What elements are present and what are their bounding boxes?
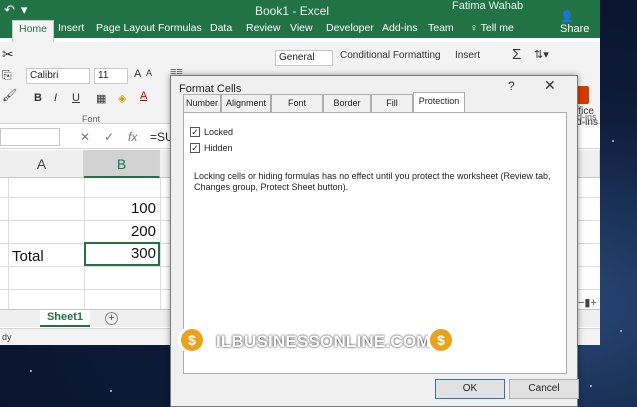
- font-color-icon[interactable]: A: [140, 90, 147, 102]
- star-decoration: [30, 370, 32, 372]
- column-header-a[interactable]: A: [0, 150, 84, 178]
- tab-view[interactable]: View: [290, 22, 313, 34]
- increase-font-icon[interactable]: A: [134, 68, 141, 80]
- font-name-box[interactable]: Calibri: [26, 68, 90, 84]
- font-size-box[interactable]: 11: [94, 68, 128, 84]
- underline-button[interactable]: U: [72, 92, 80, 104]
- locked-checkbox[interactable]: ✓: [190, 127, 200, 137]
- share-label: Share: [560, 23, 590, 35]
- cancel-button[interactable]: Cancel: [509, 379, 579, 399]
- zoom-slider[interactable]: −▮+: [578, 296, 597, 309]
- bold-button[interactable]: B: [34, 92, 42, 104]
- tab-insert[interactable]: Insert: [58, 22, 84, 34]
- enter-icon[interactable]: ✓: [104, 130, 114, 144]
- close-icon[interactable]: ✕: [544, 77, 556, 94]
- user-name: Fatima Wahab: [452, 0, 524, 12]
- hidden-checkbox[interactable]: ✓: [190, 143, 200, 153]
- star-decoration: [110, 390, 112, 392]
- cell-b3[interactable]: 200: [84, 223, 156, 240]
- tab-border[interactable]: Border: [323, 94, 371, 112]
- format-painter-icon[interactable]: 🖌: [2, 88, 17, 102]
- tell-me-search[interactable]: ♀ Tell me: [470, 22, 514, 34]
- tab-developer[interactable]: Developer: [326, 22, 374, 34]
- column-divider: [8, 178, 9, 313]
- cell-a4[interactable]: Total: [12, 248, 44, 265]
- sheet-tab-sheet1[interactable]: Sheet1: [40, 310, 90, 327]
- status-ready: dy: [2, 332, 12, 342]
- hidden-label: Hidden: [204, 143, 233, 153]
- add-sheet-icon[interactable]: +: [105, 312, 118, 325]
- tab-protection[interactable]: Protection: [413, 92, 465, 112]
- protection-note: Locking cells or hiding formulas has no …: [194, 171, 551, 192]
- copy-icon[interactable]: ⎘: [2, 68, 12, 83]
- coin-icon: $: [178, 326, 206, 354]
- lightbulb-icon: ♀: [470, 22, 481, 34]
- share-button[interactable]: 👤 Share: [560, 10, 600, 35]
- fill-color-icon[interactable]: ◈: [118, 92, 126, 105]
- column-divider: [160, 178, 161, 313]
- star-decoration: [620, 330, 622, 332]
- tab-number[interactable]: Number: [183, 94, 221, 112]
- fx-icon[interactable]: fx: [128, 130, 137, 144]
- tab-page-layout[interactable]: Page Layout: [96, 22, 155, 34]
- column-header-b[interactable]: B: [84, 150, 160, 178]
- desktop-background: ↶▾ Book1 - Excel Fatima Wahab Home Inser…: [0, 0, 637, 407]
- sort-filter-icon[interactable]: ⇅▾: [534, 48, 549, 61]
- number-format-box[interactable]: General: [275, 50, 333, 66]
- watermark-logo: $ ILBUSINESSONLINE.COM $: [178, 324, 456, 360]
- insert-cells-button[interactable]: Insert: [455, 50, 480, 61]
- star-decoration: [612, 140, 614, 142]
- watermark-text: ILBUSINESSONLINE.COM: [216, 332, 431, 351]
- star-decoration: [590, 385, 592, 387]
- cancel-icon[interactable]: ✕: [80, 130, 90, 144]
- tab-review[interactable]: Review: [246, 22, 280, 34]
- borders-icon[interactable]: ▦: [96, 92, 106, 105]
- tab-alignment[interactable]: Alignment: [221, 94, 271, 112]
- active-cell-outline: [84, 242, 160, 266]
- tab-fill[interactable]: Fill: [371, 94, 413, 112]
- conditional-formatting-button[interactable]: Conditional Formatting: [340, 50, 441, 61]
- name-box[interactable]: [0, 128, 60, 146]
- ok-button[interactable]: OK: [435, 379, 505, 399]
- ribbon-tabs: Home Insert Page Layout Formulas Data Re…: [0, 20, 600, 42]
- italic-button[interactable]: I: [54, 92, 57, 104]
- help-icon[interactable]: ?: [508, 79, 515, 93]
- autosum-button[interactable]: Σ: [512, 46, 521, 63]
- tab-add-ins[interactable]: Add-ins: [382, 22, 418, 34]
- tab-data[interactable]: Data: [210, 22, 232, 34]
- cell-b2[interactable]: 100: [84, 200, 156, 217]
- undo-icon[interactable]: ↶▾: [4, 2, 33, 18]
- tab-team[interactable]: Team: [428, 22, 454, 34]
- locked-label: Locked: [204, 127, 234, 137]
- window-title: Book1 - Excel: [255, 4, 330, 18]
- tab-formulas[interactable]: Formulas: [158, 22, 202, 34]
- tell-me-label: Tell me: [480, 22, 514, 34]
- font-group-label: Font: [82, 114, 101, 124]
- tab-font[interactable]: Font: [271, 94, 323, 112]
- coin-icon: $: [427, 326, 455, 354]
- decrease-font-icon[interactable]: A: [146, 68, 152, 78]
- tab-home[interactable]: Home: [12, 20, 55, 42]
- person-icon: 👤: [560, 11, 574, 23]
- paste-icon[interactable]: ✂: [2, 46, 14, 63]
